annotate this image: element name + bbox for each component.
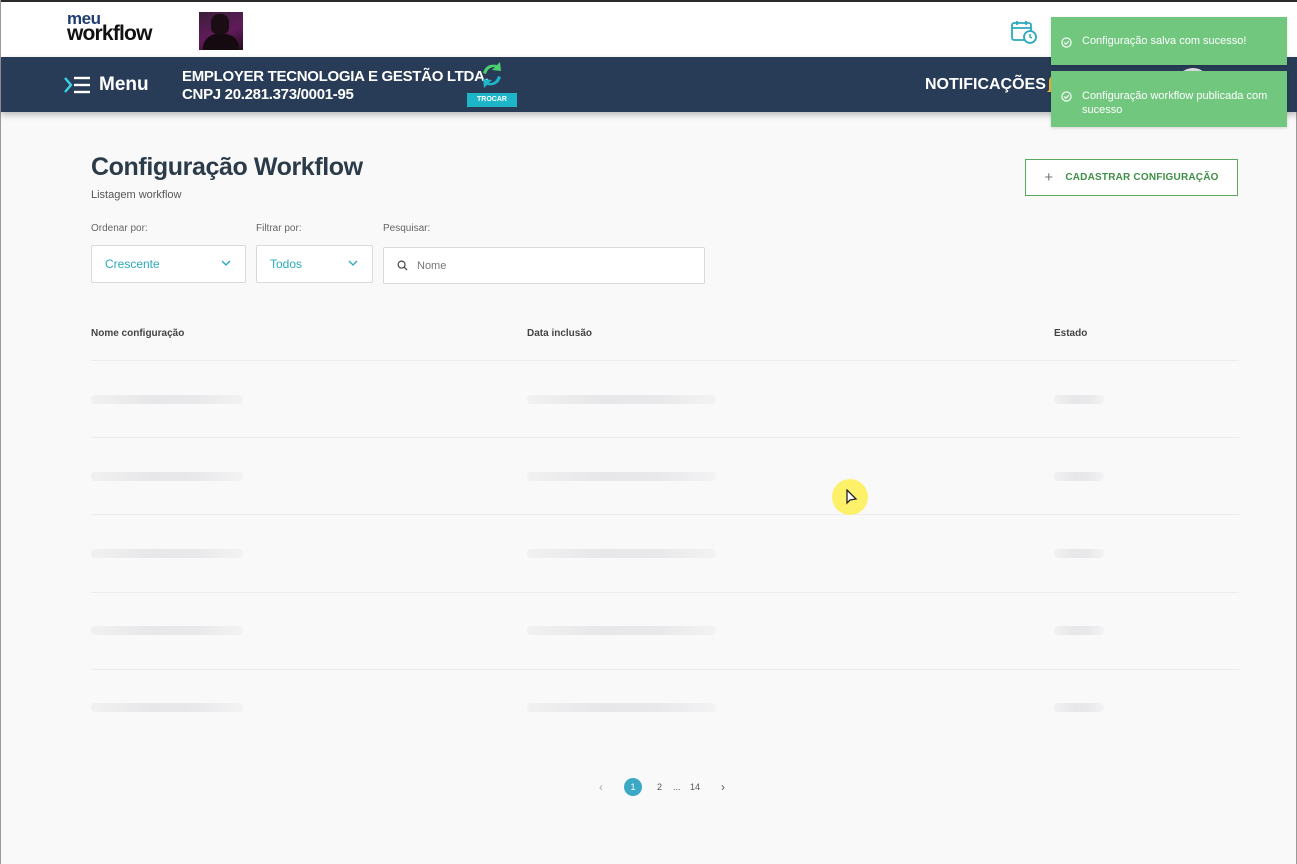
pointer-icon xyxy=(846,489,858,505)
pagination-ellipsis: ... xyxy=(673,782,681,792)
skeleton-cell xyxy=(1054,472,1104,481)
notifications-link[interactable]: NOTIFICAÇÕES xyxy=(925,76,1046,94)
check-circle-icon xyxy=(1061,37,1072,48)
toast-success-saved[interactable]: Configuração salva com sucesso! xyxy=(1051,17,1287,65)
skeleton-cell xyxy=(527,472,716,481)
menu-icon xyxy=(64,76,90,94)
row-divider xyxy=(91,514,1239,515)
pagination-prev[interactable]: ‹ xyxy=(599,780,603,794)
search-label: Pesquisar: xyxy=(383,223,431,234)
order-label: Ordenar por: xyxy=(91,223,148,234)
pagination-page-2[interactable]: 2 xyxy=(657,782,662,792)
create-configuration-button[interactable]: + CADASTRAR CONFIGURAÇÃO xyxy=(1025,159,1238,196)
chevron-down-icon xyxy=(221,260,231,266)
skeleton-cell xyxy=(527,626,716,635)
filter-label: Filtrar por: xyxy=(256,223,302,234)
check-circle-icon xyxy=(1061,91,1072,102)
skeleton-cell xyxy=(91,395,243,404)
company-info: EMPLOYER TECNOLOGIA E GESTÃO LTDA. CNPJ … xyxy=(182,68,489,104)
create-configuration-label: CADASTRAR CONFIGURAÇÃO xyxy=(1065,172,1219,183)
row-divider xyxy=(91,437,1239,438)
search-field[interactable] xyxy=(383,247,705,284)
switch-label: TROCAR xyxy=(467,93,517,107)
skeleton-cell xyxy=(91,472,243,481)
page-title: Configuração Workflow xyxy=(91,153,363,181)
row-divider xyxy=(91,669,1239,670)
skeleton-cell xyxy=(527,703,716,712)
menu-label: Menu xyxy=(99,74,149,95)
search-input[interactable] xyxy=(417,259,687,272)
row-divider xyxy=(91,360,1239,361)
skeleton-cell xyxy=(1054,626,1104,635)
company-name: EMPLOYER TECNOLOGIA E GESTÃO LTDA. xyxy=(182,68,489,85)
filter-value: Todos xyxy=(270,257,303,271)
app-logo[interactable]: meu workflow xyxy=(67,10,152,45)
pagination-page-current[interactable]: 1 xyxy=(624,778,642,796)
page-subtitle: Listagem workflow xyxy=(91,189,182,201)
skeleton-cell xyxy=(1054,395,1104,404)
search-icon xyxy=(397,260,408,271)
cursor-highlight xyxy=(832,479,868,515)
filter-select[interactable]: Todos xyxy=(256,245,373,283)
toast-message: Configuração salva com sucesso! xyxy=(1082,35,1247,47)
skeleton-cell xyxy=(91,703,243,712)
toast-success-published[interactable]: Configuração workflow publicada com suce… xyxy=(1051,71,1287,127)
column-header-status[interactable]: Estado xyxy=(1054,328,1087,339)
toast-message: Configuração workflow publicada com suce… xyxy=(1082,90,1268,116)
pagination-next[interactable]: › xyxy=(721,780,725,794)
pagination-page-last[interactable]: 14 xyxy=(690,782,700,792)
row-divider xyxy=(91,592,1239,593)
plus-icon: + xyxy=(1044,169,1054,186)
webcam-overlay xyxy=(199,12,243,50)
menu-button[interactable]: Menu xyxy=(63,73,149,97)
logo-text-bottom: workflow xyxy=(67,22,152,45)
order-value: Crescente xyxy=(105,257,160,271)
skeleton-cell xyxy=(527,549,716,558)
calendar-clock-icon[interactable] xyxy=(1011,20,1037,44)
skeleton-cell xyxy=(91,626,243,635)
switch-icon xyxy=(483,62,501,88)
column-header-date[interactable]: Data inclusão xyxy=(527,328,592,339)
company-cnpj: CNPJ 20.281.373/0001-95 xyxy=(182,86,354,103)
order-select[interactable]: Crescente xyxy=(91,245,246,283)
skeleton-cell xyxy=(1054,703,1104,712)
skeleton-cell xyxy=(91,549,243,558)
skeleton-cell xyxy=(527,395,716,404)
column-header-name[interactable]: Nome configuração xyxy=(91,328,184,339)
switch-company-button[interactable]: TROCAR xyxy=(467,61,517,107)
skeleton-cell xyxy=(1054,549,1104,558)
chevron-down-icon xyxy=(348,260,358,266)
